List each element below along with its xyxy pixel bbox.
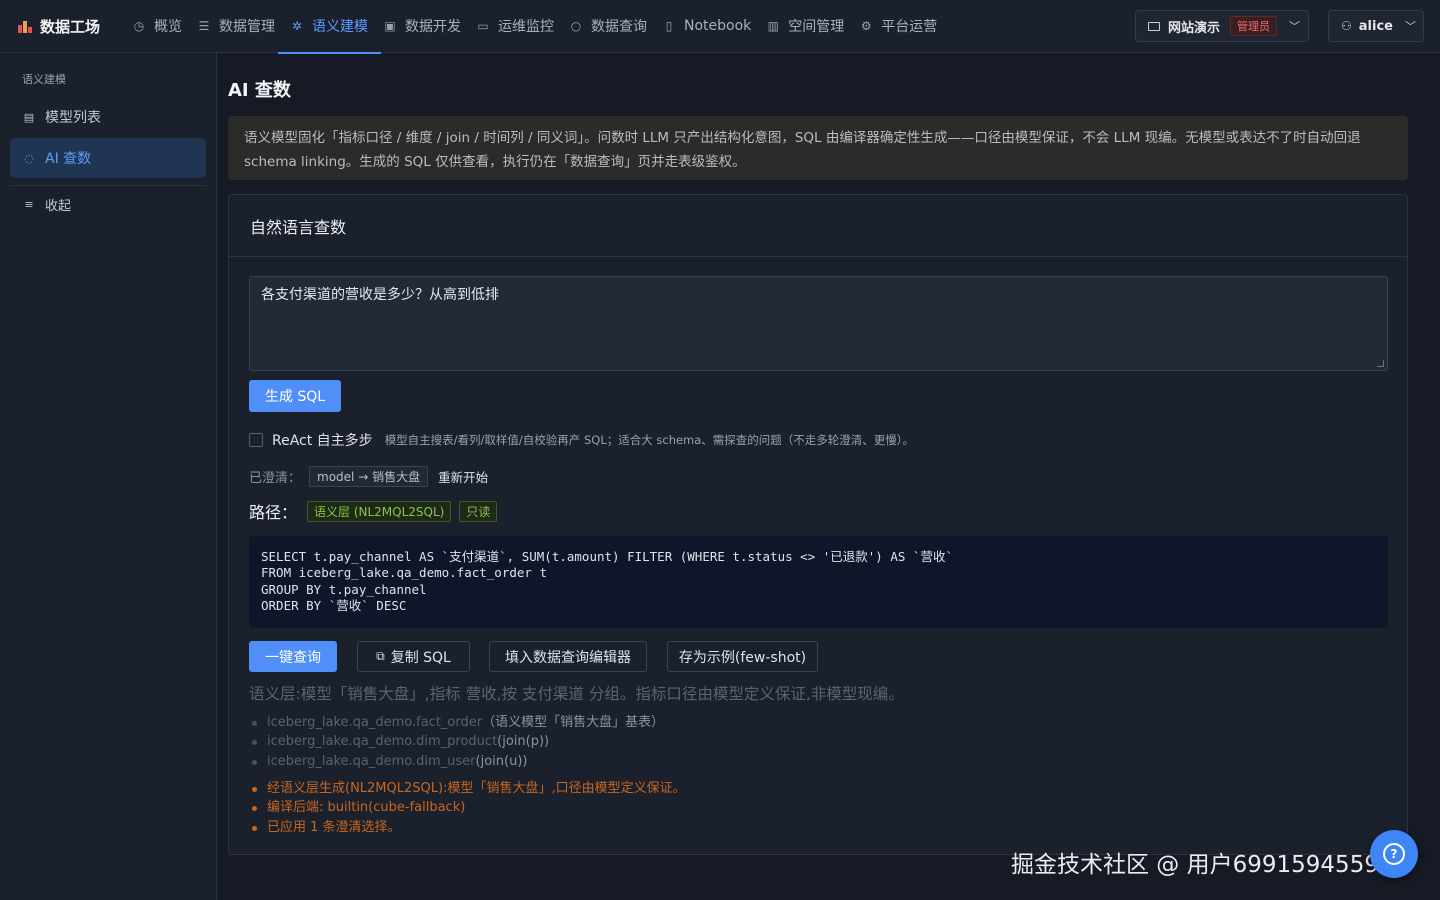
sidebar-group-title: 语义建模 xyxy=(22,73,66,86)
nav-data-development[interactable]: ▣ 数据开发 xyxy=(383,0,476,53)
main-nav: ◷ 概览 ☰ 数据管理 ✲ 语义建模 ▣ 数据开发 ▭ 运维监控 ○ 数据查询 ▯ Noteb… xyxy=(132,0,952,54)
nav-label: 空间管理 xyxy=(788,19,845,35)
menu-fold-icon: ≡ xyxy=(24,197,34,211)
nav-label: 运维监控 xyxy=(498,19,554,35)
path-tag-semantic: 语义层 (NL2MQL2SQL) xyxy=(307,500,452,522)
nav-data-query[interactable]: ○ 数据查询 xyxy=(569,0,662,53)
chevron-down-icon: ﹀ xyxy=(1289,20,1301,33)
code-icon: ▣ xyxy=(384,19,396,33)
restart-link[interactable]: 重新开始 xyxy=(438,467,488,486)
nav-label: 平台运营 xyxy=(881,19,938,35)
run-query-button[interactable]: 一键查询 xyxy=(249,641,337,672)
username: alice xyxy=(1358,18,1393,34)
clock-icon: ◷ xyxy=(133,19,145,33)
list-item: iceberg_lake.qa_demo.dim_product(join(p)… xyxy=(249,732,664,751)
top-bar: 数据工场 ◷ 概览 ☰ 数据管理 ✲ 语义建模 ▣ 数据开发 ▭ 运维监控 ○ 数据查询 ▯… xyxy=(0,0,1440,54)
list-item: iceberg_lake.qa_demo.dim_user(join(u)) xyxy=(249,752,664,771)
react-hint: 模型自主搜表/看列/取样值/自校验再产 SQL；适合大 schema、需探查的问… xyxy=(384,433,915,447)
nav-ops-monitor[interactable]: ▭ 运维监控 xyxy=(476,0,569,53)
sidebar-item-ai-query[interactable]: ◌ AI 查数 xyxy=(10,138,206,178)
sidebar: 语义建模 ▤ 模型列表 ◌ AI 查数 ≡ 收起 xyxy=(0,53,217,900)
table-name: iceberg_lake.qa_demo.fact_order xyxy=(267,715,483,730)
react-option: ReAct 自主多步 模型自主搜表/看列/取样值/自校验再产 SQL；适合大 s… xyxy=(249,430,914,450)
sidebar-collapse[interactable]: ≡ 收起 xyxy=(10,184,206,224)
table-name: iceberg_lake.qa_demo.dim_user xyxy=(267,753,476,769)
card-title: 自然语言查数 xyxy=(229,195,1407,257)
nav-platform-ops[interactable]: ⚙ 平台运营 xyxy=(859,0,952,53)
react-checkbox[interactable] xyxy=(249,433,263,447)
database-icon: ☰ xyxy=(198,19,210,33)
save-few-shot-button[interactable]: 存为示例(few-shot) xyxy=(667,641,818,672)
user-icon: ⚇ xyxy=(1341,19,1352,33)
copy-icon: ⧉ xyxy=(376,649,385,663)
info-notice: 语义模型固化「指标口径 / 维度 / join / 时间列 / 同义词」。问数时… xyxy=(228,116,1408,180)
query-text: 各支付渠道的营收是多少？从高到低排 xyxy=(261,287,499,303)
path-label: 路径： xyxy=(249,503,298,522)
sql-code-block[interactable]: SELECT t.pay_channel AS `支付渠道`, SUM(t.am… xyxy=(249,536,1388,628)
page-title: AI 查数 xyxy=(228,80,291,101)
sidebar-item-label: 模型列表 xyxy=(45,110,101,126)
explanation-text: 语义层:模型「销售大盘」,指标 营收,按 支付渠道 分组。指标口径由模型定义保证… xyxy=(249,685,904,703)
role-badge: 管理员 xyxy=(1230,16,1278,36)
watermark: 掘金技术社区 @ 用户6991594559​57 xyxy=(1011,852,1409,878)
query-textarea[interactable]: 各支付渠道的营收是多少？从高到低排 xyxy=(249,276,1388,371)
folder-icon xyxy=(1148,21,1160,31)
logo-icon xyxy=(18,19,34,33)
react-label[interactable]: ReAct 自主多步 xyxy=(272,430,373,450)
nav-label: Notebook xyxy=(684,18,752,34)
copy-label: 复制 SQL xyxy=(390,649,451,666)
brand-name: 数据工场 xyxy=(40,17,101,36)
help-icon: ? xyxy=(1383,843,1405,865)
sidebar-item-label: AI 查数 xyxy=(45,151,92,167)
fill-editor-button[interactable]: 填入数据查询编辑器 xyxy=(489,641,647,672)
gear-icon: ⚙ xyxy=(860,19,872,33)
sparkle-icon: ✲ xyxy=(291,19,303,33)
building-icon: ▥ xyxy=(767,19,779,33)
nav-semantic-modeling[interactable]: ✲ 语义建模 xyxy=(278,0,383,54)
list-item: iceberg_lake.qa_demo.fact_order（语义模型「销售大… xyxy=(249,713,664,732)
path-row: 路径： 语义层 (NL2MQL2SQL) 只读 xyxy=(249,499,505,523)
table-list: iceberg_lake.qa_demo.fact_order（语义模型「销售大… xyxy=(249,713,664,771)
table-note: (join(p)) xyxy=(497,734,550,750)
resize-handle[interactable] xyxy=(1377,360,1384,367)
nav-label: 语义建模 xyxy=(312,19,368,35)
space-selector[interactable]: 网站演示 管理员 ﹀ xyxy=(1135,10,1309,42)
notebook-icon: ▯ xyxy=(665,19,673,33)
log-item: 经语义层生成(NL2MQL2SQL):模型「销售大盘」,口径由模型定义保证。 xyxy=(249,779,686,798)
table-name: iceberg_lake.qa_demo.dim_product xyxy=(267,734,498,750)
chevron-down-icon: ﹀ xyxy=(1404,20,1416,33)
log-item: 已应用 1 条澄清选择。 xyxy=(249,818,686,837)
log-item: 编译后端: builtin(cube-fallback) xyxy=(249,798,686,817)
nav-overview[interactable]: ◷ 概览 xyxy=(132,0,197,53)
nav-label: 数据管理 xyxy=(219,19,275,35)
nav-label: 数据开发 xyxy=(405,19,461,35)
search-icon: ○ xyxy=(570,19,582,33)
nav-space-management[interactable]: ▥ 空间管理 xyxy=(766,0,859,53)
nl-query-card: 自然语言查数 各支付渠道的营收是多少？从高到低排 生成 SQL ReAct 自主… xyxy=(228,194,1408,855)
user-menu[interactable]: ⚇ alice ﹀ xyxy=(1328,10,1424,42)
log-list: 经语义层生成(NL2MQL2SQL):模型「销售大盘」,口径由模型定义保证。 编… xyxy=(249,779,686,837)
monitor-icon: ▭ xyxy=(477,19,489,33)
chat-icon: ◌ xyxy=(24,151,34,165)
copy-sql-button[interactable]: ⧉ 复制 SQL xyxy=(357,641,470,672)
nav-data-management[interactable]: ☰ 数据管理 xyxy=(197,0,290,53)
path-tag-readonly: 只读 xyxy=(459,500,498,522)
clarified-tag: model → 销售大盘 xyxy=(309,466,429,487)
nav-label: 数据查询 xyxy=(591,19,647,35)
collapse-label: 收起 xyxy=(45,198,72,214)
sidebar-item-model-list[interactable]: ▤ 模型列表 xyxy=(10,97,206,137)
space-name: 网站演示 xyxy=(1168,20,1221,36)
generate-sql-button[interactable]: 生成 SQL xyxy=(249,380,341,412)
nav-label: 概览 xyxy=(154,19,182,35)
table-note: (join(u)) xyxy=(475,753,528,769)
list-icon: ▤ xyxy=(23,110,35,124)
nav-notebook[interactable]: ▯ Notebook xyxy=(662,0,766,53)
table-note: （语义模型「销售大盘」基表） xyxy=(482,715,665,730)
help-float-button[interactable]: ? xyxy=(1370,830,1418,878)
brand[interactable]: 数据工场 xyxy=(18,16,118,37)
clarified-row: 已澄清： model → 销售大盘 重新开始 xyxy=(249,466,488,487)
clarified-label: 已澄清： xyxy=(249,471,302,486)
